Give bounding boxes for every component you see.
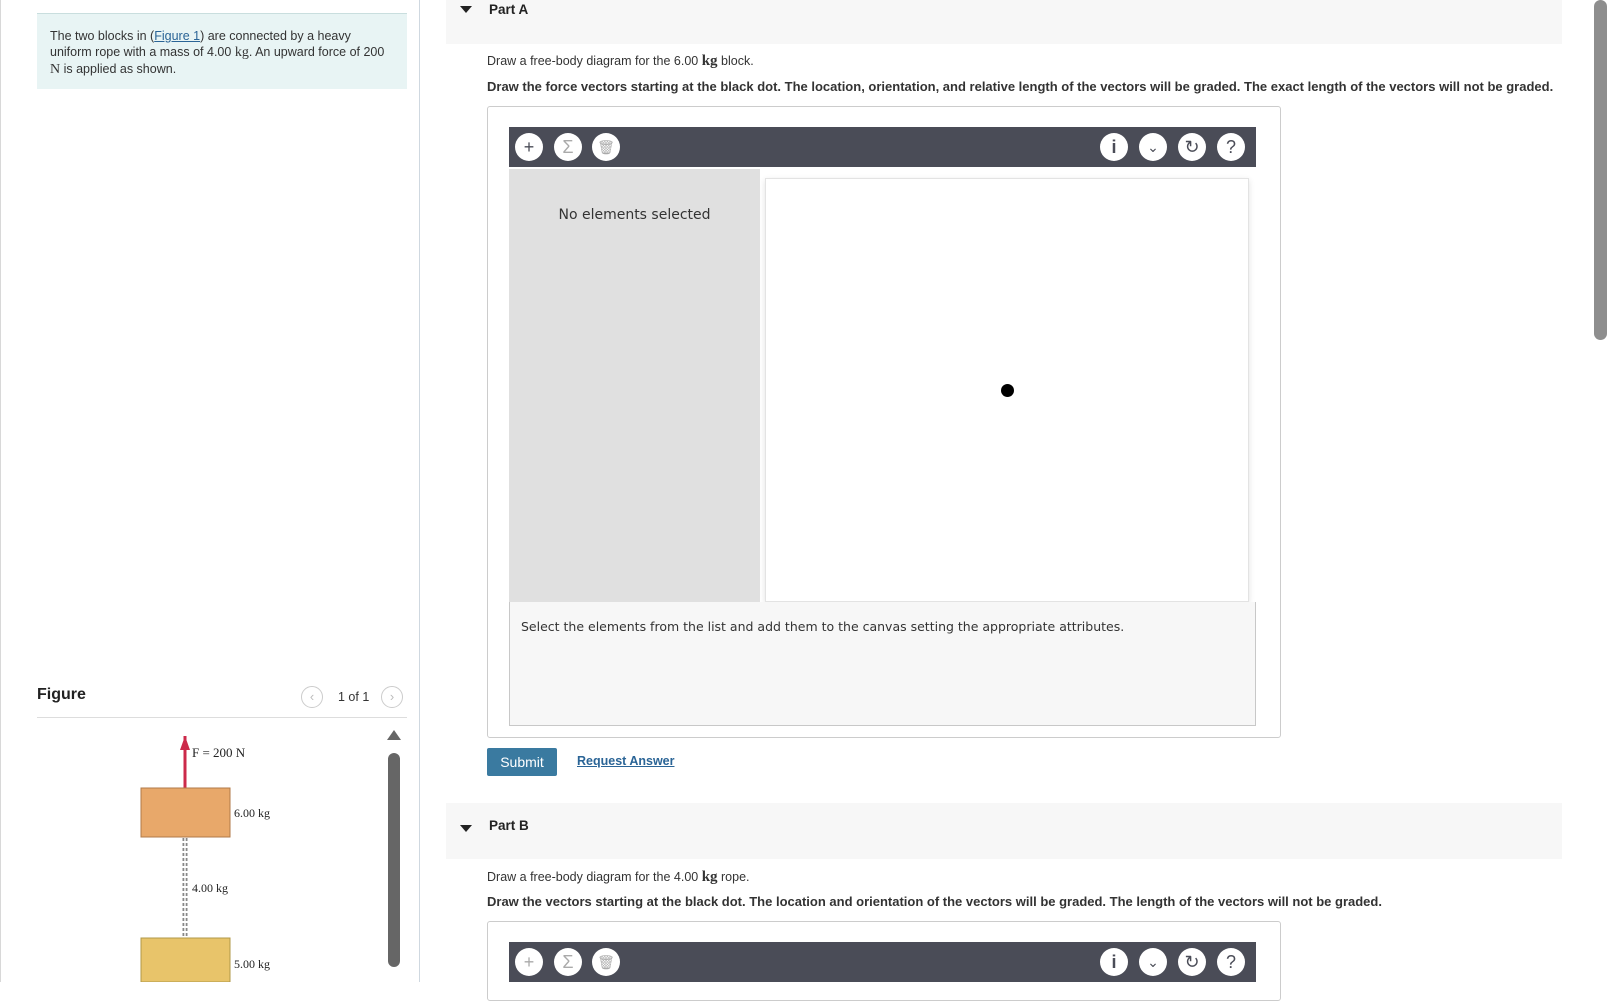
figure-page-indicator: 1 of 1 [338, 690, 370, 704]
info-text: Select the elements from the list and ad… [521, 619, 1125, 634]
help-icon[interactable]: ? [1217, 133, 1245, 161]
sigma-icon[interactable]: Σ [554, 948, 582, 976]
reset-icon[interactable]: ↻ [1178, 948, 1206, 976]
part-a-prompt-end: block. [717, 54, 754, 68]
trash-icon[interactable]: 🗑 [592, 133, 620, 161]
sigma-icon[interactable]: Σ [554, 133, 582, 161]
intro-text-3: . An upward force of 200 [248, 45, 385, 59]
instructions-area: Select the elements from the list and ad… [509, 602, 1256, 726]
part-b-label: Part B [489, 818, 529, 833]
part-a-label: Part A [489, 2, 529, 17]
part-a-prompt: Draw a free-body diagram for the 6.00 kg… [487, 53, 754, 70]
caret-down-icon [460, 825, 472, 832]
submit-button[interactable]: Submit [487, 748, 557, 776]
part-a-toolbar: + Σ 🗑 i ⌄ ↻ ? [509, 127, 1256, 167]
info-icon[interactable]: i [1100, 133, 1128, 161]
panel-status: No elements selected [558, 207, 711, 223]
figure-scroll-up-arrow[interactable] [387, 730, 401, 740]
part-b-prompt-end: rope. [717, 870, 750, 884]
left-border [0, 0, 1, 982]
pane-divider [419, 0, 420, 982]
chevron-left-icon[interactable]: ‹ [301, 686, 323, 708]
figure-link[interactable]: Figure 1 [154, 29, 200, 43]
part-a-header[interactable]: Part A [446, 0, 1562, 44]
chevron-right-icon[interactable]: › [381, 686, 403, 708]
figure-title: Figure [37, 686, 86, 703]
drawing-canvas[interactable] [765, 178, 1249, 602]
trash-icon[interactable]: 🗑 [592, 948, 620, 976]
part-b-toolbar: + Σ 🗑 i ⌄ ↻ ? [509, 942, 1256, 982]
part-a-unit: kg [701, 53, 718, 69]
part-b-prompt: Draw a free-body diagram for the 4.00 kg… [487, 869, 750, 886]
caret-down-icon [460, 6, 472, 13]
part-a-prompt-text: Draw a free-body diagram for the 6.00 [487, 54, 702, 68]
bottom-block-mass: 5.00 kg [234, 957, 270, 971]
part-b-prompt-text: Draw a free-body diagram for the 4.00 [487, 870, 702, 884]
figure-image: F = 200 N 6.00 kg 4.00 kg 5.00 kg [140, 736, 270, 982]
rope-mass: 4.00 kg [192, 881, 228, 895]
plus-icon[interactable]: + [515, 948, 543, 976]
part-b-instruction: Draw the vectors starting at the black d… [487, 894, 1382, 909]
unit-kg: kg [234, 45, 249, 60]
part-a-instruction: Draw the force vectors starting at the b… [487, 79, 1554, 94]
page-scrollbar[interactable] [1594, 0, 1607, 340]
bottom-block [140, 937, 231, 982]
figure-pager: ‹ 1 of 1 › [301, 686, 409, 710]
force-label: F = 200 N [192, 745, 246, 760]
chevron-down-icon[interactable]: ⌄ [1139, 948, 1167, 976]
part-b-unit: kg [701, 869, 718, 885]
origin-dot [1001, 384, 1014, 397]
chevron-down-icon[interactable]: ⌄ [1139, 133, 1167, 161]
part-b-header[interactable]: Part B [446, 803, 1562, 859]
reset-icon[interactable]: ↻ [1178, 133, 1206, 161]
intro-text-1: The two blocks in ( [50, 29, 155, 43]
problem-statement: The two blocks in (Figure 1) are connect… [37, 13, 407, 89]
help-icon[interactable]: ? [1217, 948, 1245, 976]
unit-n: N [50, 62, 61, 77]
intro-text-4: is applied as shown. [60, 62, 177, 76]
plus-icon[interactable]: + [515, 133, 543, 161]
figure-rule [37, 717, 407, 718]
top-block [140, 787, 231, 838]
element-list-panel[interactable]: No elements selected [509, 169, 760, 602]
figure-scrollbar[interactable] [388, 753, 400, 967]
force-arrowhead [180, 736, 190, 750]
info-icon[interactable]: i [1100, 948, 1128, 976]
top-block-mass: 6.00 kg [234, 806, 270, 820]
request-answer-link[interactable]: Request Answer [577, 754, 674, 768]
